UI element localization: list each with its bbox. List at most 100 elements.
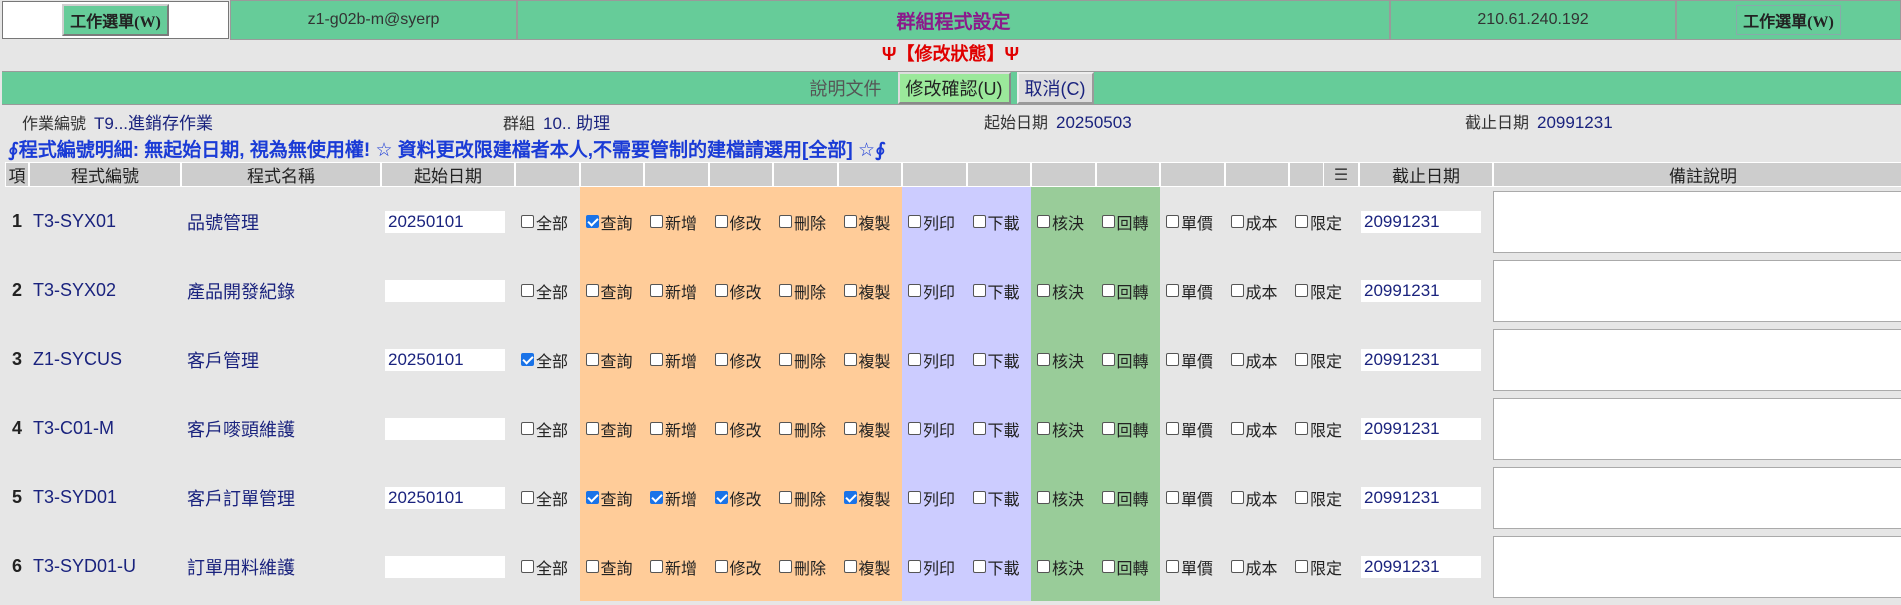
perm-checkbox[interactable]: 回轉	[1099, 348, 1149, 372]
checkbox-empty-icon[interactable]	[972, 284, 986, 297]
cancel-button[interactable]: 取消(C)	[1016, 72, 1094, 104]
checkbox-empty-icon[interactable]	[972, 422, 986, 435]
checkbox-empty-icon[interactable]	[1037, 284, 1050, 297]
checkbox-empty-icon[interactable]	[779, 284, 792, 297]
checkbox-empty-icon[interactable]	[714, 422, 728, 435]
checkbox-empty-icon[interactable]	[714, 353, 728, 366]
perm-checkbox[interactable]: 成本	[1228, 279, 1278, 303]
checkbox-empty-icon[interactable]	[1166, 422, 1179, 435]
perm-checkbox[interactable]: 成本	[1228, 555, 1278, 579]
checkbox-empty-icon[interactable]	[521, 215, 534, 228]
perm-checkbox[interactable]: 新增	[647, 486, 697, 510]
checkbox-empty-icon[interactable]	[521, 491, 534, 504]
start-date-input[interactable]	[385, 555, 505, 578]
perm-checkbox[interactable]: 新增	[647, 417, 697, 441]
perm-checkbox[interactable]: 新增	[647, 210, 697, 234]
perm-checkbox[interactable]: 複製	[841, 417, 891, 441]
checkbox-empty-icon[interactable]	[1166, 560, 1179, 573]
perm-checkbox[interactable]: 下載	[970, 417, 1020, 441]
checkbox-empty-icon[interactable]	[1101, 284, 1115, 297]
checkbox-empty-icon[interactable]	[1295, 215, 1308, 228]
perm-checkbox[interactable]: 核決	[1034, 210, 1084, 234]
checkbox-empty-icon[interactable]	[1101, 560, 1115, 573]
perm-checkbox[interactable]: 刪除	[776, 417, 826, 441]
checkbox-empty-icon[interactable]	[908, 491, 921, 504]
checkbox-empty-icon[interactable]	[843, 215, 857, 228]
checkbox-empty-icon[interactable]	[714, 284, 728, 297]
checkbox-empty-icon[interactable]	[1166, 353, 1179, 366]
checkbox-empty-icon[interactable]	[714, 560, 728, 573]
perm-checkbox[interactable]: 新增	[647, 279, 697, 303]
checkbox-empty-icon[interactable]	[908, 422, 921, 435]
perm-checkbox[interactable]: 查詢	[583, 417, 633, 441]
remark-textarea[interactable]	[1493, 328, 1901, 391]
start-date-input[interactable]	[385, 210, 505, 233]
checkbox-empty-icon[interactable]	[908, 560, 921, 573]
perm-checkbox[interactable]: 複製	[841, 210, 891, 234]
perm-checkbox[interactable]: 核決	[1034, 417, 1084, 441]
perm-checkbox[interactable]: 回轉	[1099, 279, 1149, 303]
perm-checkbox[interactable]: 核決	[1034, 486, 1084, 510]
perm-checkbox[interactable]: 修改	[712, 210, 762, 234]
checkbox-empty-icon[interactable]	[972, 491, 986, 504]
perm-checkbox[interactable]: 複製	[841, 555, 891, 579]
perm-checkbox[interactable]: 刪除	[776, 486, 826, 510]
perm-checkbox[interactable]: 全部	[518, 210, 568, 234]
perm-checkbox[interactable]: 修改	[712, 279, 762, 303]
end-date-input[interactable]	[1361, 279, 1481, 302]
perm-checkbox[interactable]: 修改	[712, 555, 762, 579]
checkbox-checked-icon[interactable]	[585, 215, 599, 228]
remark-textarea[interactable]	[1493, 535, 1901, 598]
checkbox-empty-icon[interactable]	[972, 353, 986, 366]
remark-textarea[interactable]	[1493, 190, 1901, 253]
checkbox-empty-icon[interactable]	[1101, 491, 1115, 504]
perm-checkbox[interactable]: 查詢	[583, 279, 633, 303]
checkbox-empty-icon[interactable]	[650, 422, 663, 435]
start-date-input[interactable]	[385, 348, 505, 371]
checkbox-empty-icon[interactable]	[779, 215, 792, 228]
perm-checkbox[interactable]: 全部	[518, 279, 568, 303]
perm-checkbox[interactable]: 列印	[905, 417, 955, 441]
perm-checkbox[interactable]: 刪除	[776, 555, 826, 579]
end-date-input[interactable]	[1361, 555, 1481, 578]
end-date-input[interactable]	[1361, 210, 1481, 233]
checkbox-empty-icon[interactable]	[908, 284, 921, 297]
perm-checkbox[interactable]: 修改	[712, 348, 762, 372]
checkbox-empty-icon[interactable]	[779, 560, 792, 573]
perm-checkbox[interactable]: 新增	[647, 555, 697, 579]
perm-checkbox[interactable]: 列印	[905, 348, 955, 372]
start-date-input[interactable]	[385, 486, 505, 509]
checkbox-checked-icon[interactable]	[650, 491, 663, 504]
perm-checkbox[interactable]: 查詢	[583, 210, 633, 234]
checkbox-empty-icon[interactable]	[521, 284, 534, 297]
checkbox-empty-icon[interactable]	[585, 284, 599, 297]
work-menu-button-left[interactable]: 工作選單(W)	[62, 4, 169, 36]
perm-checkbox[interactable]: 修改	[712, 486, 762, 510]
perm-checkbox[interactable]: 核決	[1034, 348, 1084, 372]
perm-checkbox[interactable]: 回轉	[1099, 555, 1149, 579]
perm-checkbox[interactable]: 查詢	[583, 486, 633, 510]
checkbox-empty-icon[interactable]	[972, 215, 986, 228]
perm-checkbox[interactable]: 全部	[518, 486, 568, 510]
start-date-input[interactable]	[385, 417, 505, 440]
perm-checkbox[interactable]: 單價	[1163, 279, 1213, 303]
checkbox-empty-icon[interactable]	[1230, 560, 1244, 573]
perm-checkbox[interactable]: 單價	[1163, 555, 1213, 579]
checkbox-empty-icon[interactable]	[1037, 353, 1050, 366]
checkbox-empty-icon[interactable]	[843, 422, 857, 435]
perm-checkbox[interactable]: 回轉	[1099, 417, 1149, 441]
perm-checkbox[interactable]: 全部	[518, 417, 568, 441]
checkbox-empty-icon[interactable]	[843, 284, 857, 297]
perm-checkbox[interactable]: 成本	[1228, 210, 1278, 234]
checkbox-empty-icon[interactable]	[908, 353, 921, 366]
perm-checkbox[interactable]: 全部	[518, 348, 568, 372]
start-date-input[interactable]	[385, 279, 505, 302]
end-date-input[interactable]	[1361, 486, 1481, 509]
checkbox-empty-icon[interactable]	[1166, 491, 1179, 504]
checkbox-empty-icon[interactable]	[521, 422, 534, 435]
checkbox-empty-icon[interactable]	[1101, 353, 1115, 366]
checkbox-empty-icon[interactable]	[714, 215, 728, 228]
checkbox-empty-icon[interactable]	[1295, 353, 1308, 366]
checkbox-empty-icon[interactable]	[585, 353, 599, 366]
perm-checkbox[interactable]: 列印	[905, 486, 955, 510]
